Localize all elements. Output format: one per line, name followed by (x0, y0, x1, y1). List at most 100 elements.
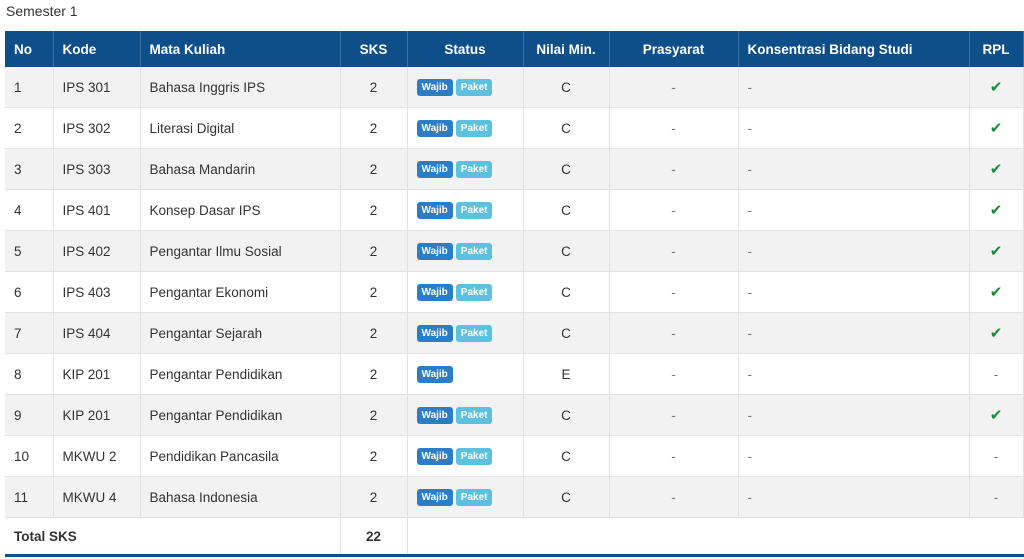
badge-wajib: Wajib (416, 447, 453, 465)
cell-nilai-min: C (523, 148, 610, 190)
cell-mata-kuliah: Pendidikan Pancasila (140, 435, 341, 477)
cell-nilai-min: C (523, 189, 610, 231)
cell-status: Wajib Paket (407, 271, 524, 313)
cell-no: 11 (5, 476, 54, 518)
badge-wajib: Wajib (416, 406, 453, 424)
cell-sks: 2 (340, 394, 408, 436)
cell-nilai-min: C (523, 476, 610, 518)
cell-sks: 2 (340, 476, 408, 518)
rpl-check-icon: ✔ (969, 312, 1024, 354)
cell-no: 1 (5, 67, 54, 108)
cell-prasyarat: - (609, 271, 739, 313)
cell-mata-kuliah: Literasi Digital (140, 107, 341, 149)
col-header-rpl: RPL (969, 31, 1024, 67)
cell-konsentrasi: - (738, 312, 970, 354)
cell-prasyarat: - (609, 476, 739, 518)
table-header: No Kode Mata Kuliah SKS Status Nilai Min… (5, 31, 1024, 67)
cell-no: 9 (5, 394, 54, 436)
cell-status: Wajib Paket (407, 148, 524, 190)
table-body: 1 IPS 301 Bahasa Inggris IPS 2 Wajib Paket C - -… (5, 67, 1024, 518)
cell-konsentrasi: - (738, 230, 970, 272)
cell-no: 6 (5, 271, 54, 313)
cell-konsentrasi: - (738, 148, 970, 190)
cell-nilai-min: C (523, 230, 610, 272)
cell-kode: KIP 201 (53, 353, 141, 395)
cell-konsentrasi: - (738, 353, 970, 395)
table-row: 10 MKWU 2 Pendidikan Pancasila 2 Wajib Paket C… (5, 435, 1024, 477)
table-row: 4 IPS 401 Konsep Dasar IPS 2 Wajib Paket C - - ✔ (5, 189, 1024, 231)
cell-sks: 2 (340, 230, 408, 272)
cell-status: Wajib Paket (407, 435, 524, 477)
cell-konsentrasi: - (738, 435, 970, 477)
cell-konsentrasi: - (738, 107, 970, 149)
cell-no: 2 (5, 107, 54, 149)
rpl-check-icon: ✔ (969, 394, 1024, 436)
cell-status: Wajib (407, 353, 524, 395)
cell-konsentrasi: - (738, 394, 970, 436)
cell-nilai-min: C (523, 67, 610, 108)
cell-no: 10 (5, 435, 54, 477)
cell-prasyarat: - (609, 312, 739, 354)
cell-nilai-min: C (523, 107, 610, 149)
cell-prasyarat: - (609, 67, 739, 108)
cell-prasyarat: - (609, 230, 739, 272)
col-header-prasyarat: Prasyarat (609, 31, 739, 67)
table-row: 2 IPS 302 Literasi Digital 2 Wajib Paket C - - ✔ (5, 107, 1024, 149)
badge-paket: Paket (455, 160, 493, 178)
cell-mata-kuliah: Konsep Dasar IPS (140, 189, 341, 231)
total-sks-label: Total SKS (5, 517, 341, 557)
badge-wajib: Wajib (416, 78, 453, 96)
cell-mata-kuliah: Pengantar Ekonomi (140, 271, 341, 313)
cell-rpl: - (969, 435, 1024, 477)
badge-paket: Paket (455, 447, 493, 465)
cell-kode: IPS 301 (53, 67, 141, 108)
badge-wajib: Wajib (416, 160, 453, 178)
badge-paket: Paket (455, 283, 493, 301)
cell-konsentrasi: - (738, 476, 970, 518)
cell-status: Wajib Paket (407, 189, 524, 231)
cell-mata-kuliah: Bahasa Indonesia (140, 476, 341, 518)
cell-kode: IPS 302 (53, 107, 141, 149)
rpl-check-icon: ✔ (969, 67, 1024, 108)
cell-no: 8 (5, 353, 54, 395)
badge-wajib: Wajib (416, 201, 453, 219)
total-sks-value: 22 (340, 517, 408, 557)
cell-status: Wajib Paket (407, 394, 524, 436)
col-header-konsentrasi: Konsentrasi Bidang Studi (738, 31, 970, 67)
badge-paket: Paket (455, 119, 493, 137)
table-footer: Total SKS 22 (5, 517, 1024, 557)
table-row: 7 IPS 404 Pengantar Sejarah 2 Wajib Paket C - - ✔ (5, 312, 1024, 354)
col-header-no: No (5, 31, 54, 67)
cell-rpl: - (969, 476, 1024, 518)
cell-kode: MKWU 2 (53, 435, 141, 477)
rpl-check-icon: ✔ (969, 189, 1024, 231)
table-row: 9 KIP 201 Pengantar Pendidikan 2 Wajib Paket C… (5, 394, 1024, 436)
table-row: 11 MKWU 4 Bahasa Indonesia 2 Wajib Paket C - - - (5, 476, 1024, 518)
cell-konsentrasi: - (738, 67, 970, 108)
table-row: 3 IPS 303 Bahasa Mandarin 2 Wajib Paket C - - ✔ (5, 148, 1024, 190)
badge-wajib: Wajib (416, 242, 453, 260)
cell-kode: IPS 404 (53, 312, 141, 354)
badge-paket: Paket (455, 488, 493, 506)
cell-nilai-min: C (523, 312, 610, 354)
cell-sks: 2 (340, 271, 408, 313)
cell-prasyarat: - (609, 148, 739, 190)
cell-sks: 2 (340, 189, 408, 231)
cell-sks: 2 (340, 107, 408, 149)
cell-no: 4 (5, 189, 54, 231)
col-header-mata-kuliah: Mata Kuliah (140, 31, 341, 67)
badge-paket: Paket (455, 406, 493, 424)
table-row: 5 IPS 402 Pengantar Ilmu Sosial 2 Wajib Paket… (5, 230, 1024, 272)
course-table-wrapper: No Kode Mata Kuliah SKS Status Nilai Min… (5, 31, 1024, 557)
cell-prasyarat: - (609, 189, 739, 231)
cell-mata-kuliah: Pengantar Ilmu Sosial (140, 230, 341, 272)
cell-sks: 2 (340, 67, 408, 108)
badge-paket: Paket (455, 201, 493, 219)
cell-rpl: - (969, 353, 1024, 395)
cell-status: Wajib Paket (407, 67, 524, 108)
table-row: 8 KIP 201 Pengantar Pendidikan 2 Wajib E - - - (5, 353, 1024, 395)
badge-wajib: Wajib (416, 283, 453, 301)
course-table: No Kode Mata Kuliah SKS Status Nilai Min… (5, 31, 1024, 557)
cell-status: Wajib Paket (407, 476, 524, 518)
col-header-nilai-min: Nilai Min. (523, 31, 610, 67)
